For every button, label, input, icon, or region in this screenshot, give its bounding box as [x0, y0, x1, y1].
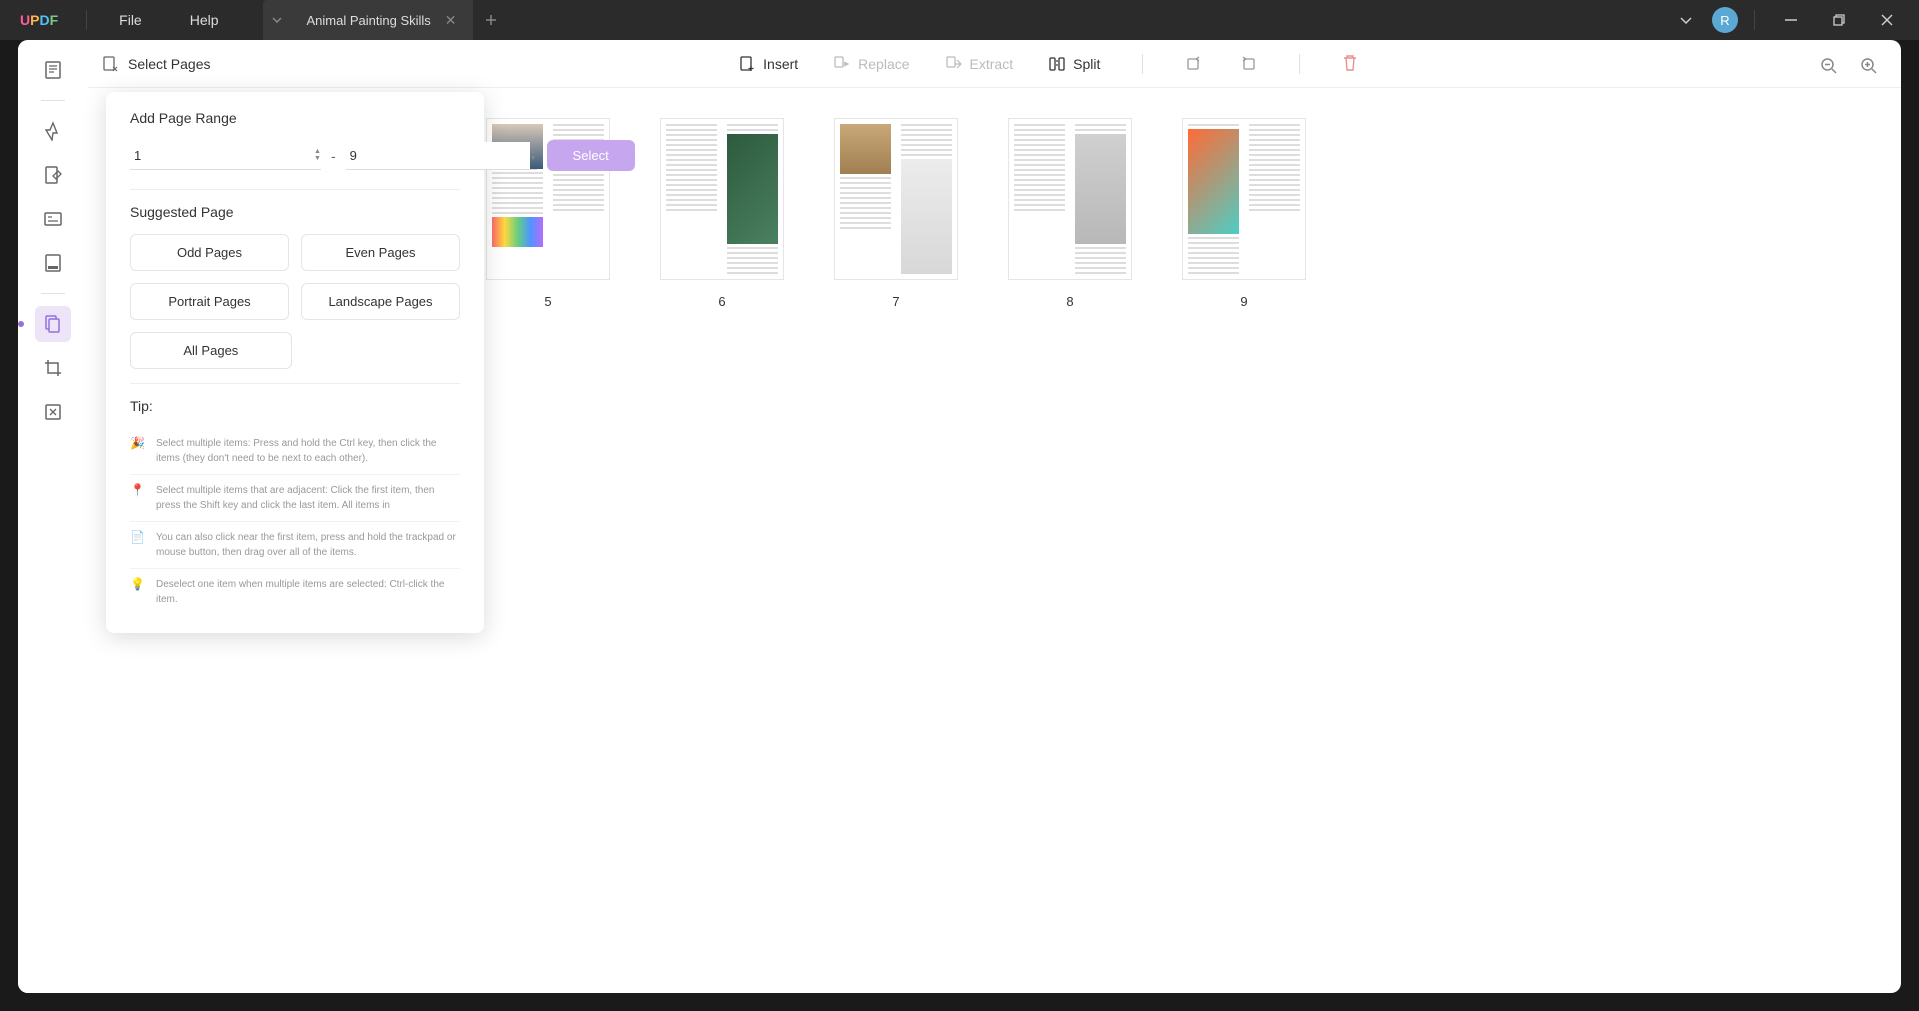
- titlebar: UPDF File Help Animal Painting Skills ✕ …: [0, 0, 1919, 40]
- page-thumb[interactable]: 8: [1008, 118, 1132, 309]
- range-to-input[interactable]: [346, 142, 530, 169]
- odd-pages-button[interactable]: Odd Pages: [130, 234, 289, 271]
- page-number: 7: [892, 294, 899, 309]
- zoom-out-icon[interactable]: [1815, 52, 1843, 80]
- replace-button[interactable]: Replace: [834, 54, 909, 74]
- sidebar-comment-icon[interactable]: [35, 113, 71, 149]
- range-dash: -: [331, 148, 336, 164]
- tab-list-dropdown[interactable]: [263, 0, 291, 40]
- sidebar-reader-icon[interactable]: [35, 52, 71, 88]
- tip-icon: 💡: [130, 577, 146, 607]
- insert-button[interactable]: Insert: [739, 54, 798, 74]
- sidebar-redact-icon[interactable]: [35, 245, 71, 281]
- split-button[interactable]: Split: [1049, 54, 1100, 74]
- sidebar-edit-icon[interactable]: [35, 157, 71, 193]
- tab-add-button[interactable]: [473, 0, 509, 40]
- suggested-title: Suggested Page: [130, 204, 460, 220]
- page-thumb[interactable]: 6: [660, 118, 784, 309]
- sidebar-crop-icon[interactable]: [35, 350, 71, 386]
- tip-item: 💡Deselect one item when multiple items a…: [130, 569, 460, 615]
- range-from-input[interactable]: [130, 142, 314, 169]
- page-number: 5: [544, 294, 551, 309]
- user-avatar[interactable]: R: [1712, 7, 1738, 33]
- spinner-to[interactable]: ▲▼: [530, 149, 537, 162]
- delete-icon[interactable]: [1342, 54, 1358, 74]
- portrait-pages-button[interactable]: Portrait Pages: [130, 283, 289, 320]
- close-button[interactable]: [1867, 0, 1907, 40]
- tab-close-icon[interactable]: ✕: [445, 12, 457, 29]
- select-pages-popover: Add Page Range ▲▼ - ▲▼ Select Suggested …: [106, 92, 484, 633]
- sidebar-form-icon[interactable]: [35, 201, 71, 237]
- select-button[interactable]: Select: [547, 140, 635, 171]
- tip-title: Tip:: [130, 398, 460, 414]
- rotate-left-icon[interactable]: [1185, 54, 1203, 74]
- zoom-in-icon[interactable]: [1855, 52, 1883, 80]
- tip-item: 🎉Select multiple items: Press and hold t…: [130, 428, 460, 475]
- tip-item: 📍Select multiple items that are adjacent…: [130, 475, 460, 522]
- page-icon: [102, 56, 118, 72]
- tip-icon: 📍: [130, 483, 146, 513]
- tab-title: Animal Painting Skills: [307, 13, 431, 28]
- insert-icon: [739, 56, 755, 72]
- menu-help[interactable]: Help: [166, 0, 243, 40]
- replace-icon: [834, 56, 850, 72]
- tip-item: 📄You can also click near the first item,…: [130, 522, 460, 569]
- split-icon: [1049, 56, 1065, 72]
- select-pages-button[interactable]: Select Pages: [102, 56, 211, 72]
- all-pages-button[interactable]: All Pages: [130, 332, 292, 369]
- menu-file[interactable]: File: [95, 0, 166, 40]
- tip-icon: 📄: [130, 530, 146, 560]
- page-number: 8: [1066, 294, 1073, 309]
- extract-button[interactable]: Extract: [946, 54, 1014, 74]
- titlebar-dropdown-icon[interactable]: [1668, 17, 1704, 24]
- page-number: 9: [1240, 294, 1247, 309]
- spinner-from[interactable]: ▲▼: [314, 149, 321, 162]
- sidebar-compress-icon[interactable]: [35, 394, 71, 430]
- toolbar: Select Pages Insert Replace Extract: [88, 40, 1901, 88]
- page-number: 6: [718, 294, 725, 309]
- app-logo: UPDF: [0, 12, 78, 28]
- minimize-button[interactable]: [1771, 0, 1811, 40]
- sidebar-organize-icon[interactable]: [35, 306, 71, 342]
- landscape-pages-button[interactable]: Landscape Pages: [301, 283, 460, 320]
- page-thumb[interactable]: 7: [834, 118, 958, 309]
- tip-icon: 🎉: [130, 436, 146, 466]
- page-thumb[interactable]: 9: [1182, 118, 1306, 309]
- tab-active[interactable]: Animal Painting Skills ✕: [291, 0, 473, 40]
- maximize-button[interactable]: [1819, 0, 1859, 40]
- extract-icon: [946, 56, 962, 72]
- sidebar: [18, 40, 88, 993]
- rotate-right-icon[interactable]: [1239, 54, 1257, 74]
- add-range-title: Add Page Range: [130, 110, 460, 126]
- even-pages-button[interactable]: Even Pages: [301, 234, 460, 271]
